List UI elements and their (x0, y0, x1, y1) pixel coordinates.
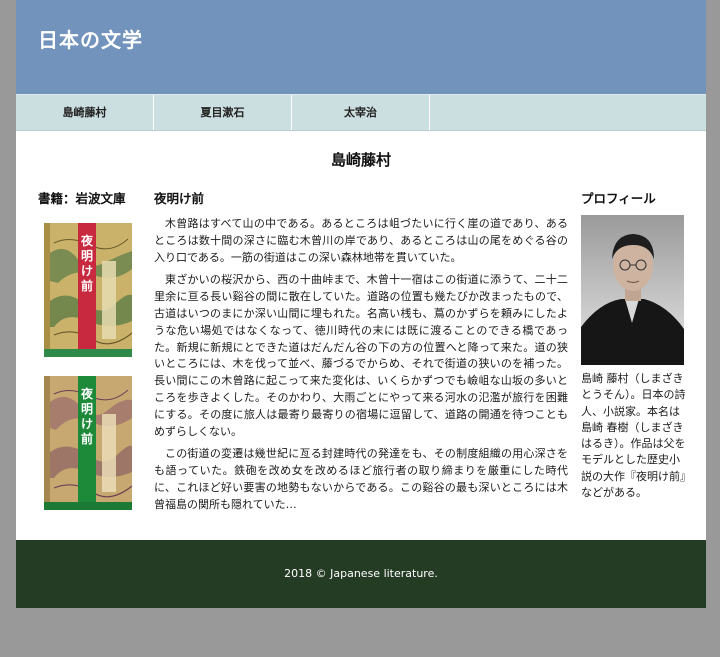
page-heading: 島崎藤村 (330, 151, 391, 169)
footer-copyright: 2018 © Japanese literature. (284, 567, 438, 580)
book-1-title-char-1: 夜 (80, 233, 94, 248)
profile-title: プロフィール (581, 191, 656, 206)
author-portrait (581, 215, 684, 365)
book-1-title-char-4: 前 (81, 278, 93, 293)
article-paragraph: この街道の変遷は幾世紀に亙る封建時代の発達をも、その制度組織の用心深さをも語って… (154, 447, 568, 511)
main-nav: 島崎藤村 夏目漱石 太宰治 (16, 94, 706, 131)
site-footer: 2018 © Japanese literature. (16, 540, 706, 608)
book-2-title-char-2: 明 (81, 402, 93, 416)
book-2-title-char-1: 夜 (80, 386, 94, 401)
book-cover-2: 夜 明 け 前 (44, 376, 132, 510)
book-cover-1: 夜 明 け 前 (44, 223, 132, 357)
nav-item-natsume-soseki[interactable]: 夏目漱石 (154, 95, 292, 130)
article: 夜明け前 木曾路はすべて山の中である。あるところは岨づたいに行く崖の道であり、あ… (154, 188, 568, 520)
page-container: 日本の文学 島崎藤村 夏目漱石 太宰治 島崎藤村 書籍：岩波文庫 夜 明 け 前 (16, 0, 706, 608)
article-paragraph: 木曾路はすべて山の中である。あるところは岨づたいに行く崖の道であり、あるところは… (154, 217, 568, 264)
site-title: 日本の文学 (38, 28, 143, 52)
book-2-title-char-3: け (81, 417, 93, 431)
books-sidebar: 書籍：岩波文庫 夜 明 け 前 夜 明 け 前 (38, 188, 138, 510)
profile-text: 島崎 藤村（しまざき とうそん）。日本の詩人、小説家。本名は島崎 春樹（しまざき… (581, 372, 686, 500)
books-title: 書籍：岩波文庫 (38, 191, 126, 206)
book-1-title-char-3: け (81, 264, 93, 278)
nav-item-dazai-osamu[interactable]: 太宰治 (292, 95, 430, 130)
article-title: 夜明け前 (154, 191, 205, 206)
nav-item-shimazaki-toson[interactable]: 島崎藤村 (16, 95, 154, 130)
book-2-title-char-4: 前 (81, 431, 93, 446)
book-1-title-char-2: 明 (81, 249, 93, 263)
site-header: 日本の文学 (16, 0, 706, 94)
profile-sidebar: プロフィール 島崎 藤村（しまざき とうそん）。日本の詩人、小説家。本名は島崎 … (581, 188, 686, 501)
article-paragraph: 東ざかいの桜沢から、西の十曲峠まで、木曾十一宿はこの街道に添うて、二十二里余に亘… (154, 273, 568, 438)
